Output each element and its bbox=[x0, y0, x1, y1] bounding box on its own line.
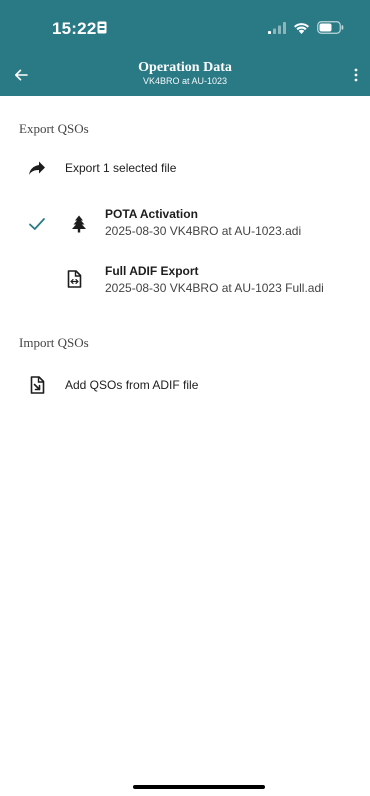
page-title: Operation Data bbox=[138, 60, 232, 75]
file-import-icon bbox=[30, 376, 45, 394]
back-button[interactable] bbox=[6, 60, 36, 90]
export-section-header: Export QSOs bbox=[19, 121, 89, 136]
file-export-icon bbox=[67, 270, 82, 288]
export-selected-label: Export 1 selected file bbox=[65, 161, 177, 175]
check-icon bbox=[29, 218, 45, 230]
file-item-full-adif[interactable]: Full ADIF Export 2025-08-30 VK4BRO at AU… bbox=[0, 256, 370, 304]
sim-card-icon bbox=[97, 21, 107, 34]
app-bar: Operation Data VK4BRO at AU-1023 bbox=[0, 54, 370, 96]
share-arrow-icon bbox=[29, 161, 45, 175]
signal-icon bbox=[268, 21, 286, 34]
file-title-full-adif: Full ADIF Export bbox=[105, 264, 199, 278]
battery-icon bbox=[317, 21, 344, 34]
status-bar: 15:22 bbox=[0, 0, 370, 54]
import-adif-label: Add QSOs from ADIF file bbox=[65, 378, 199, 392]
import-adif-button[interactable]: Add QSOs from ADIF file bbox=[0, 367, 370, 403]
more-vert-icon bbox=[354, 68, 358, 82]
wifi-icon bbox=[294, 22, 309, 34]
file-item-pota[interactable]: POTA Activation 2025-08-30 VK4BRO at AU-… bbox=[0, 200, 370, 248]
title-block: Operation Data VK4BRO at AU-1023 bbox=[60, 60, 310, 87]
page-subtitle: VK4BRO at AU-1023 bbox=[142, 76, 228, 86]
export-selected-button[interactable]: Export 1 selected file bbox=[0, 150, 370, 186]
file-title-pota: POTA Activation bbox=[105, 207, 198, 221]
file-name-full-adif: 2025-08-30 VK4BRO at AU-1023 Full.adi bbox=[105, 281, 324, 295]
file-name-pota: 2025-08-30 VK4BRO at AU-1023.adi bbox=[105, 224, 302, 238]
status-time: 15:22 bbox=[52, 19, 97, 38]
arrow-left-icon bbox=[15, 69, 28, 81]
import-section-header: Import QSOs bbox=[19, 335, 89, 350]
home-indicator[interactable] bbox=[133, 785, 265, 789]
tree-icon bbox=[72, 215, 86, 233]
overflow-menu-button[interactable] bbox=[346, 62, 366, 88]
status-icons bbox=[268, 21, 344, 34]
